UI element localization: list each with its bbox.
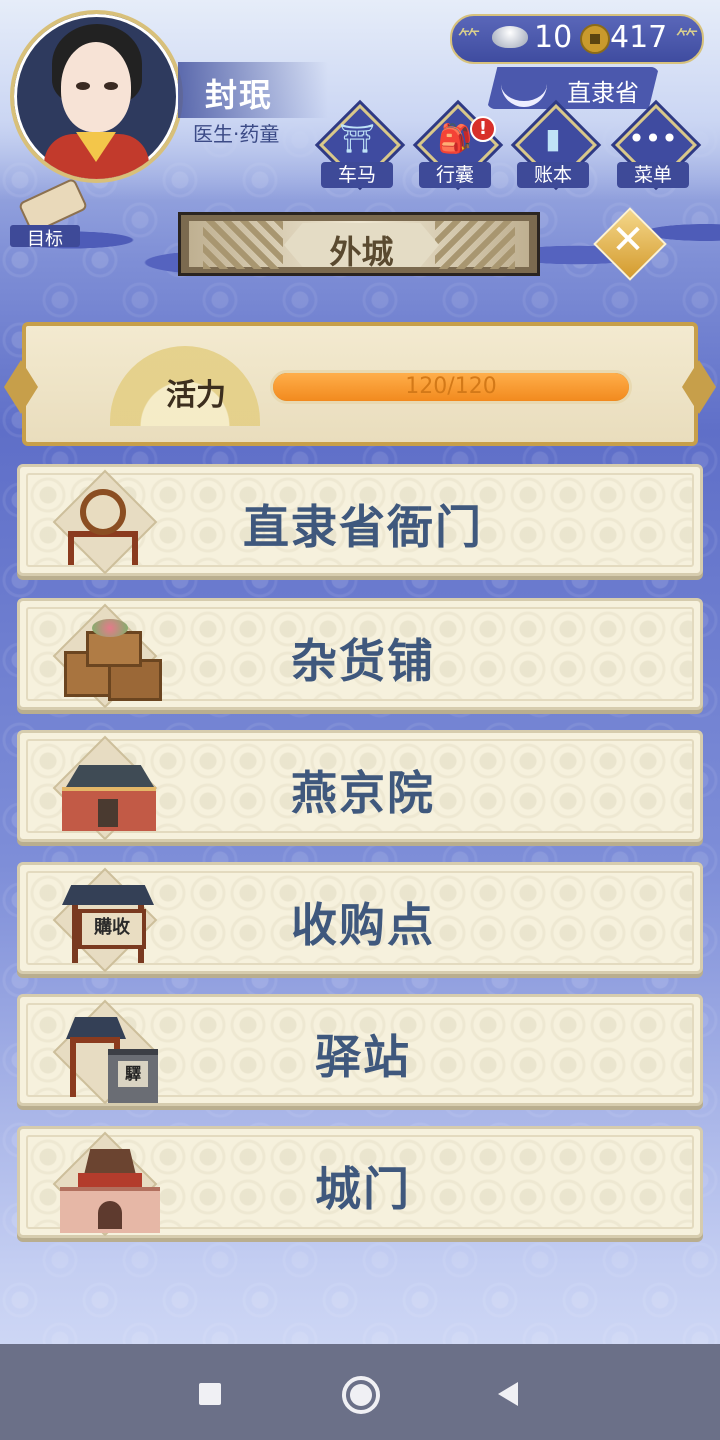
player-title: 医生·药童 (193, 122, 280, 146)
ledger-button[interactable]: ▮ 账本 (512, 103, 598, 192)
alert-badge: ! (470, 116, 496, 142)
bag-label: 行囊 (419, 162, 491, 188)
destination-yamen[interactable]: 直隶省衙门 (17, 464, 703, 576)
avatar-eye-right (104, 82, 118, 90)
destination-yanjing-academy[interactable]: 燕京院 (17, 730, 703, 842)
area-banner-inner: 外城 (189, 221, 529, 269)
bamboo-right-icon: ⺮ (676, 28, 699, 53)
banner-ornament-right (435, 221, 515, 269)
coin-amount: 417 (610, 20, 668, 55)
boat-icon (501, 75, 547, 107)
destination-post-station[interactable]: 驛 驿站 (17, 994, 703, 1106)
menu-dots-glyph: ••• (628, 122, 678, 155)
close-icon[interactable]: ✕ (604, 214, 652, 263)
system-navigation-bar (0, 1344, 720, 1440)
avatar-face (61, 42, 131, 132)
goal-button[interactable]: 目标 (10, 177, 90, 250)
ledger-glyph: ▮ (545, 122, 561, 155)
silver-ingot-icon (492, 26, 528, 48)
destination-label: 驿站 (315, 1030, 411, 1084)
ledger-label: 账本 (517, 162, 589, 188)
destination-label: 城门 (315, 1162, 411, 1216)
destination-label: 直隶省衙门 (243, 500, 483, 554)
destination-label: 收购点 (291, 898, 435, 952)
bamboo-left-icon: ⺮ (458, 28, 481, 53)
bag-button[interactable]: 🎒 行囊 ! (414, 103, 500, 192)
energy-panel: 活力 120/120 (22, 322, 698, 446)
home-button[interactable] (340, 1374, 380, 1414)
currency-bar: ⺮ 10 417 ⺮ (450, 14, 704, 64)
destination-purchase-point[interactable]: 購收 收购点 (17, 862, 703, 974)
energy-value: 120/120 (405, 374, 497, 399)
player-name: 封珉 (205, 76, 274, 114)
carriage-label: 车马 (321, 162, 393, 188)
destination-city-gate[interactable]: 城门 (17, 1126, 703, 1238)
carriage-button[interactable]: ⛩ 车马 (316, 103, 402, 192)
avatar-eye-left (76, 82, 90, 90)
current-location: 直隶省 (567, 79, 639, 107)
area-title: 外城 (329, 233, 394, 271)
area-banner: 外城 (178, 212, 540, 276)
goal-label: 目标 (10, 225, 80, 250)
player-avatar[interactable] (10, 10, 183, 183)
energy-bar: 120/120 (270, 370, 632, 404)
menu-label: 菜单 (617, 162, 689, 188)
silver-amount: 10 (534, 20, 573, 55)
destination-label: 燕京院 (291, 766, 435, 820)
destination-general-store[interactable]: 杂货铺 (17, 598, 703, 710)
destination-label: 杂货铺 (291, 634, 435, 688)
menu-button[interactable]: ••• 菜单 (612, 103, 698, 192)
energy-label: 活力 (166, 378, 226, 413)
banner-ornament-left (203, 221, 283, 269)
recent-apps-button[interactable] (190, 1374, 230, 1414)
copper-coin-icon (580, 24, 610, 54)
back-button[interactable] (490, 1374, 530, 1414)
current-location-chip[interactable]: 直隶省 (487, 67, 659, 109)
area-title-plate: 外城 (284, 223, 439, 267)
carriage-glyph: ⛩ (339, 122, 375, 155)
